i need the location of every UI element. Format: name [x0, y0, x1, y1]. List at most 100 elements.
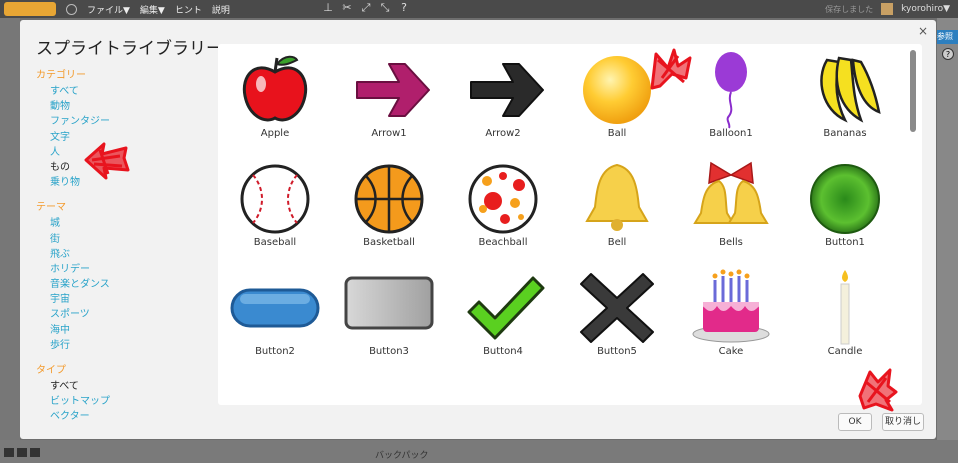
sprite-tile-button2[interactable]: Button2 [218, 262, 332, 371]
category-all[interactable]: すべて [50, 84, 196, 99]
filter-sidebar: カテゴリー すべて 動物 ファンタジー 文字 人 もの 乗り物 テーマ 城 街 … [36, 66, 196, 425]
sprite-label: Arrow2 [485, 128, 521, 139]
apple-icon [242, 55, 308, 122]
sprite-label: Button5 [597, 346, 637, 357]
sprite-tile-button4[interactable]: Button4 [446, 262, 560, 371]
theme-castle[interactable]: 城 [50, 216, 196, 231]
sprite-label: Bananas [823, 128, 867, 139]
menu-edit[interactable]: 編集▼ [140, 3, 165, 16]
sprite-tile-basketball[interactable]: Basketball [332, 153, 446, 262]
scrollbar-thumb[interactable] [910, 50, 916, 132]
bananas-icon [820, 56, 881, 123]
avatar[interactable] [881, 3, 894, 15]
theme-sports[interactable]: スポーツ [50, 307, 196, 322]
sprite-tile-arrow1[interactable]: Arrow1 [332, 44, 446, 153]
theme-flying[interactable]: 飛ぶ [50, 247, 196, 262]
sprite-label: Cake [718, 346, 744, 357]
help-icon[interactable]: ? [942, 48, 954, 60]
sprite-tile-arrow2[interactable]: Arrow2 [446, 44, 560, 153]
sprite-tile-bells[interactable]: Bells [674, 153, 788, 262]
theme-holiday[interactable]: ホリデー [50, 262, 196, 277]
sprite-tile-cake[interactable]: Cake [674, 262, 788, 371]
menu-file[interactable]: ファイル▼ [87, 3, 130, 16]
ok-button[interactable]: OK [838, 413, 872, 431]
backpack-tab[interactable]: バックパック [375, 448, 429, 461]
theme-space[interactable]: 宇宙 [50, 292, 196, 307]
type-bitmap[interactable]: ビットマップ [50, 394, 196, 409]
candle-icon [840, 270, 850, 345]
sprite-label: Basketball [363, 237, 415, 248]
username[interactable]: kyorohiro▼ [901, 4, 950, 14]
button3-icon [344, 276, 434, 330]
sprite-label: Candle [827, 346, 863, 357]
type-heading: タイプ [36, 365, 66, 376]
bells-icon [693, 161, 769, 224]
type-vector[interactable]: ベクター [50, 409, 196, 424]
cake-icon [692, 269, 770, 343]
sprite-tile-candle[interactable]: Candle [788, 262, 902, 371]
background-left [0, 18, 20, 463]
basketball-icon [354, 164, 424, 234]
sprite-label: Button2 [255, 346, 295, 357]
sprite-label: Baseball [253, 237, 297, 248]
x-icon [580, 273, 654, 343]
theme-city[interactable]: 街 [50, 232, 196, 247]
upload-icon[interactable] [17, 448, 27, 457]
sprite-label: Beachball [478, 237, 528, 248]
ball-icon [583, 56, 651, 124]
menu-about[interactable]: 説明 [212, 3, 230, 16]
sprite-label: Button1 [825, 237, 865, 248]
help-icon[interactable]: ? [398, 2, 410, 14]
camera-icon[interactable] [30, 448, 40, 457]
sprite-tile-button3[interactable]: Button3 [332, 262, 446, 371]
menu-bar: ファイル▼ 編集▼ ヒント 説明 ⊥ ✂ ⤢ ⤡ ? 保存しました kyoroh… [0, 0, 958, 18]
scrollbar[interactable] [910, 50, 918, 400]
cancel-button[interactable]: 取り消し [882, 413, 924, 431]
scissors-icon[interactable]: ✂ [341, 2, 353, 14]
sprite-label: Bell [607, 237, 627, 248]
dialog-title: スプライトライブラリー [36, 39, 223, 59]
balloon-icon [715, 52, 747, 129]
globe-icon[interactable] [66, 3, 77, 15]
sprite-library-dialog: スプライトライブラリー × カテゴリー すべて 動物 ファンタジー 文字 人 も… [20, 20, 936, 439]
category-fantasy[interactable]: ファンタジー [50, 114, 196, 129]
category-animals[interactable]: 動物 [50, 99, 196, 114]
sprite-label: Balloon1 [709, 128, 753, 139]
menu-tips[interactable]: ヒント [175, 3, 202, 16]
grow-icon[interactable]: ⤢ [360, 2, 372, 14]
sprite-label: Button3 [369, 346, 409, 357]
sprite-tile-button1[interactable]: Button1 [788, 153, 902, 262]
sprite-tile-baseball[interactable]: Baseball [218, 153, 332, 262]
paint-icon[interactable] [4, 448, 14, 457]
scratch-logo[interactable] [4, 2, 56, 16]
sprite-tile-bananas[interactable]: Bananas [788, 44, 902, 153]
stamp-icon[interactable]: ⊥ [322, 2, 334, 14]
sprite-label: Apple [260, 128, 290, 139]
button1-icon [810, 164, 880, 234]
save-status: 保存しました [825, 4, 874, 14]
sprite-label: Bells [719, 237, 743, 248]
checkmark-icon [467, 276, 545, 340]
shrink-icon[interactable]: ⤡ [379, 2, 391, 14]
theme-music-dance[interactable]: 音楽とダンス [50, 277, 196, 292]
theme-heading: テーマ [36, 202, 66, 214]
sprite-label: Ball [607, 128, 627, 139]
sprite-tile-beachball[interactable]: Beachball [446, 153, 560, 262]
reference-button[interactable]: 参照 [937, 30, 958, 44]
annotation-arrow-scribble [84, 142, 130, 180]
new-sprite-icons [4, 448, 40, 457]
sprite-label: Arrow1 [371, 128, 407, 139]
sprite-tile-button5[interactable]: Button5 [560, 262, 674, 371]
user-area: 保存しました kyorohiro▼ [825, 3, 950, 15]
sprite-tile-bell[interactable]: Bell [560, 153, 674, 262]
close-icon[interactable]: × [918, 24, 928, 38]
type-all[interactable]: すべて [50, 379, 196, 394]
sprite-tile-apple[interactable]: Apple [218, 44, 332, 153]
toolbar-icons: ⊥ ✂ ⤢ ⤡ ? [322, 2, 410, 14]
beachball-icon [468, 164, 538, 234]
arrow1-icon [356, 63, 430, 117]
theme-walking[interactable]: 歩行 [50, 338, 196, 353]
background-right: 参照 ? [937, 18, 958, 463]
theme-underwater[interactable]: 海中 [50, 323, 196, 338]
background-bottom: バックパック [0, 440, 958, 463]
